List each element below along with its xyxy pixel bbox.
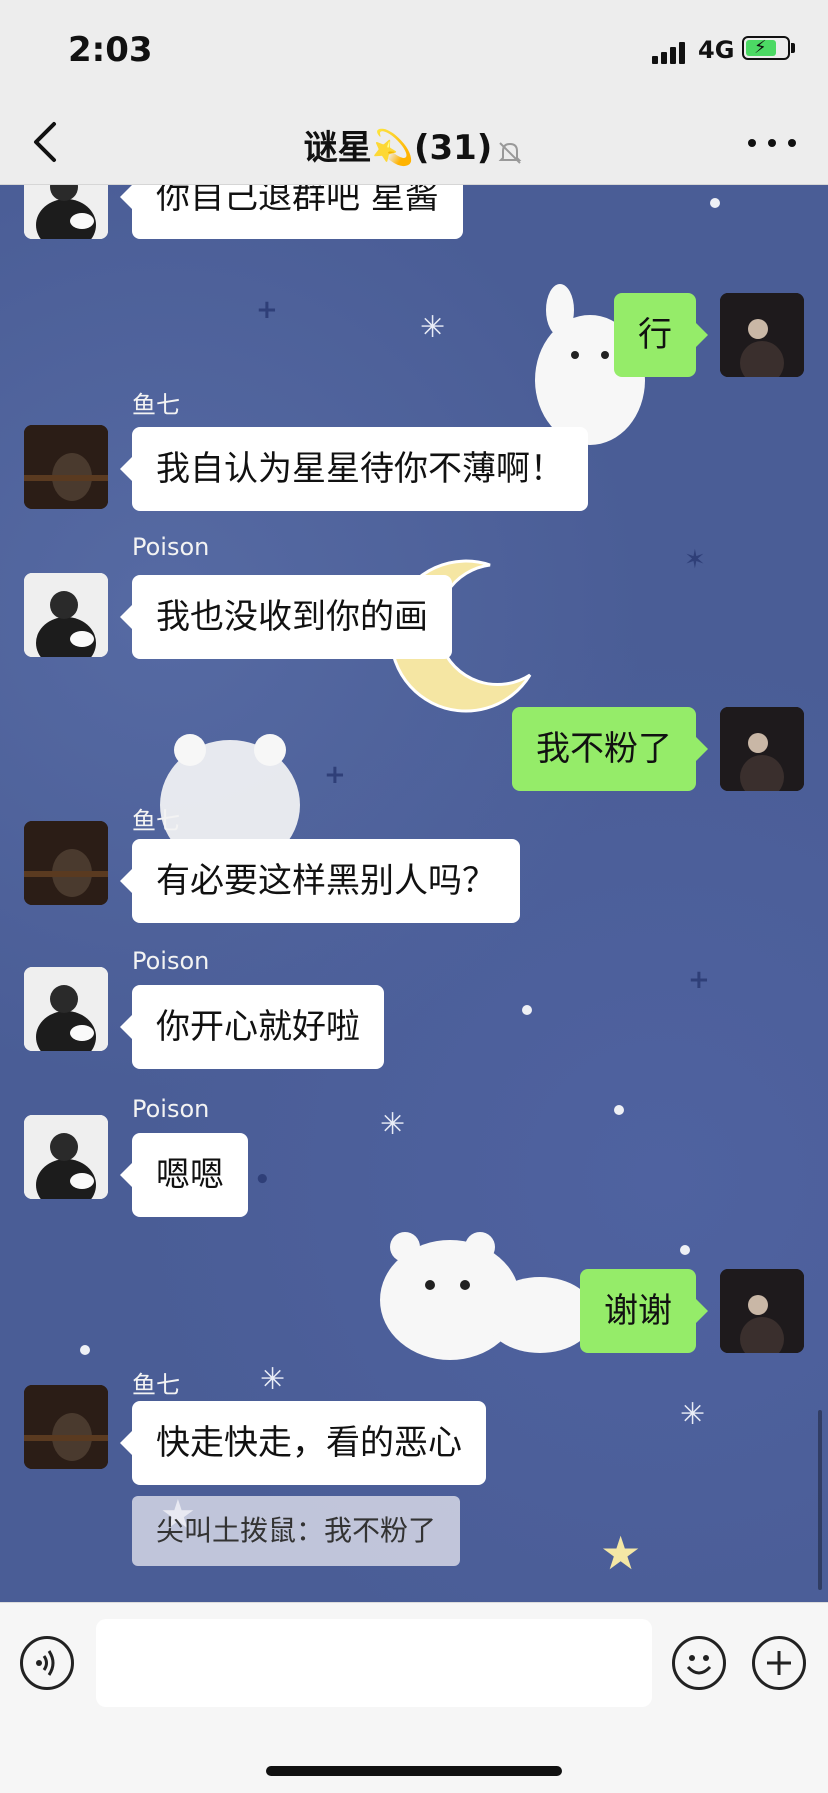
chat-title-text: 谜星💫(31) [303, 128, 493, 168]
avatar[interactable] [720, 707, 804, 791]
star-decoration: ✳ [260, 1362, 286, 1397]
signal-icon [652, 40, 690, 64]
star-decoration: ★ [600, 1526, 642, 1580]
sender-name: Poison [132, 533, 210, 561]
dot-decoration [680, 1245, 690, 1255]
quoted-message[interactable]: 尖叫土拨鼠：我不粉了 [132, 1496, 461, 1566]
sender-name: Poison [132, 947, 210, 975]
message-bubble[interactable]: 有必要这样黑别人吗？ [120, 839, 520, 923]
more-dots-icon[interactable] [748, 130, 798, 154]
sender-name: 鱼七 [132, 807, 180, 835]
message-bubble[interactable]: 我也没收到你的画 [120, 575, 452, 659]
sparkle-decoration: ✶ [684, 545, 706, 575]
status-bar: 2:03 4G ⚡ [0, 0, 828, 100]
input-bar [0, 1602, 828, 1793]
message-bubble[interactable]: 谢谢 [580, 1269, 708, 1353]
message-bubble[interactable]: 行 [614, 293, 708, 377]
dot-decoration [614, 1105, 624, 1115]
dot-decoration [522, 1005, 532, 1015]
sparkle-decoration: + [256, 295, 278, 325]
message-input[interactable] [96, 1619, 652, 1707]
message-bubble[interactable]: 我自认为星星待你不薄啊！ [120, 427, 588, 511]
chat-area[interactable]: ✳ ✳ ✳ ✳ ★ ★ + ✶ + + • 你自己退群吧 星酱 行 鱼七 我自认… [0, 185, 828, 1602]
avatar[interactable] [24, 185, 108, 239]
avatar[interactable] [24, 1115, 108, 1199]
scrollbar[interactable] [818, 1410, 822, 1590]
avatar[interactable] [24, 425, 108, 509]
avatar[interactable] [24, 821, 108, 905]
message-bubble[interactable]: 我不粉了 [512, 707, 708, 791]
chat-title: 谜星💫(31) [0, 120, 828, 169]
avatar[interactable] [24, 967, 108, 1051]
sender-name: Poison [132, 1095, 210, 1123]
sparkle-decoration: + [688, 965, 710, 995]
star-decoration: ✳ [380, 1107, 406, 1142]
message-bubble[interactable]: 嗯嗯 [120, 1133, 248, 1217]
network-type: 4G [698, 36, 735, 64]
avatar[interactable] [720, 293, 804, 377]
home-indicator [266, 1766, 562, 1776]
message-bubble[interactable]: 快走快走，看的恶心 [120, 1401, 486, 1485]
dot-decoration [80, 1345, 90, 1355]
star-decoration: ✳ [420, 310, 446, 345]
status-time: 2:03 [68, 30, 153, 70]
star-decoration: ✳ [680, 1397, 706, 1432]
sparkle-decoration: + [324, 760, 346, 790]
sender-name: 鱼七 [132, 391, 180, 419]
bell-off-icon [496, 136, 524, 164]
battery-icon: ⚡ [742, 36, 790, 60]
plus-circle-icon[interactable] [752, 1636, 806, 1690]
voice-icon[interactable] [20, 1636, 74, 1690]
avatar[interactable] [24, 573, 108, 657]
message-bubble[interactable]: 你开心就好啦 [120, 985, 384, 1069]
avatar[interactable] [24, 1385, 108, 1469]
avatar[interactable] [720, 1269, 804, 1353]
sparkle-decoration: • [254, 1165, 271, 1195]
sender-name: 鱼七 [132, 1371, 180, 1399]
bear-decoration [370, 1225, 600, 1375]
dot-decoration [710, 198, 720, 208]
chat-header: 谜星💫(31) [0, 100, 828, 185]
message-bubble[interactable]: 你自己退群吧 星酱 [120, 185, 463, 239]
emoji-icon[interactable] [672, 1636, 726, 1690]
